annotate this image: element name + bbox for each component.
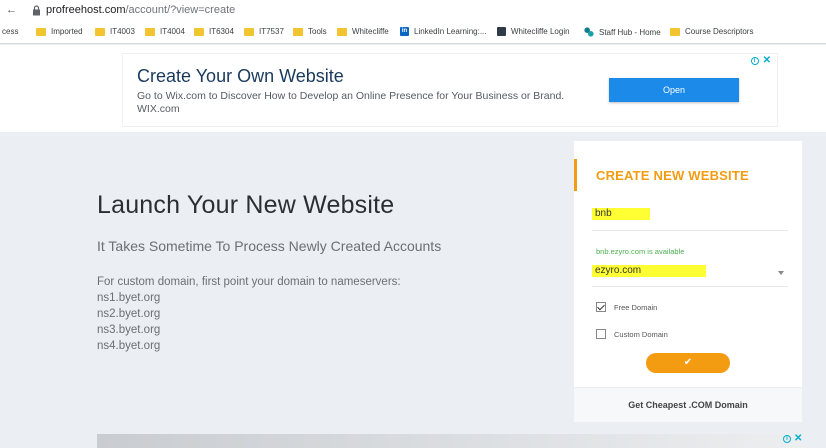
nameserver-item: ns1.byet.org	[97, 292, 161, 304]
main-content: Launch Your New Website It Takes Sometim…	[0, 132, 826, 448]
cheapest-domain-link[interactable]: Get Cheapest .COM Domain	[574, 400, 802, 410]
bookmark-item[interactable]: cess	[2, 27, 18, 36]
page-title: Launch Your New Website	[97, 191, 395, 219]
free-domain-label: Free Domain	[614, 302, 658, 312]
folder-icon	[95, 27, 105, 36]
staff-hub-icon	[584, 27, 594, 37]
ad-area: Create Your Own Website Go to Wix.com to…	[0, 45, 826, 132]
bookmark-item[interactable]: IT6304	[194, 27, 234, 36]
nameserver-item: ns3.byet.org	[97, 324, 161, 336]
ad-description: Go to Wix.com to Discover How to Develop…	[137, 90, 565, 115]
card-footer: Get Cheapest .COM Domain	[574, 387, 802, 422]
card-title: CREATE NEW WEBSITE	[596, 168, 749, 183]
bookmark-item[interactable]: Course Descriptors	[670, 27, 753, 36]
lock-icon	[33, 5, 40, 16]
bookmark-item[interactable]: IT4003	[95, 27, 135, 36]
bottom-ad-banner[interactable]	[97, 434, 803, 448]
ad-close-icon[interactable]: ✕	[763, 56, 771, 66]
availability-message: bnb.ezyro.com is available	[596, 247, 685, 256]
linkedin-icon: in	[400, 27, 409, 36]
ad-close-icon[interactable]: ✕	[794, 434, 802, 444]
checkmark-icon: ✔	[683, 357, 693, 368]
folder-icon	[194, 27, 204, 36]
create-website-card: CREATE NEW WEBSITE bnb bnb.ezyro.com is …	[574, 141, 802, 422]
ad-choices: i ✕	[750, 56, 771, 66]
subdomain-value: bnb	[595, 208, 612, 219]
ad-info-icon[interactable]: i	[750, 57, 759, 65]
bookmark-item[interactable]: in LinkedIn Learning:...	[400, 27, 487, 36]
bookmark-item[interactable]: IT4004	[145, 27, 185, 36]
domain-select[interactable]: ezyro.com	[592, 261, 788, 287]
bookmark-item[interactable]: IT7537	[244, 27, 284, 36]
domain-value: ezyro.com	[595, 265, 642, 276]
bookmark-item[interactable]: Staff Hub - Home	[584, 27, 661, 37]
back-arrow-icon[interactable]: ←	[6, 4, 17, 16]
free-domain-option[interactable]: Free Domain	[596, 302, 657, 312]
chevron-down-icon	[778, 271, 784, 275]
ad-title[interactable]: Create Your Own Website	[137, 66, 344, 87]
bookmark-item[interactable]: Whitecliffe	[337, 27, 389, 36]
submit-button[interactable]: ✔	[646, 353, 730, 373]
folder-icon	[670, 27, 680, 36]
card-accent-bar	[574, 159, 577, 191]
ad-info-icon[interactable]: i	[783, 435, 791, 443]
custom-domain-option[interactable]: Custom Domain	[596, 329, 668, 339]
custom-domain-checkbox[interactable]	[596, 329, 606, 339]
browser-address-bar[interactable]: ← profreehost.com/account/?view=create	[0, 0, 826, 22]
free-domain-checkbox[interactable]	[596, 302, 606, 312]
url-text[interactable]: profreehost.com/account/?view=create	[46, 4, 235, 16]
processing-note: It Takes Sometime To Process Newly Creat…	[97, 238, 442, 254]
folder-icon	[145, 27, 155, 36]
subdomain-input[interactable]: bnb	[592, 203, 788, 231]
bookmark-item[interactable]: Whitecliffe Login	[497, 27, 570, 36]
folder-icon	[244, 27, 254, 36]
folder-icon	[36, 27, 46, 36]
folder-icon	[293, 27, 303, 36]
bookmarks-bar: cess Imported IT4003 IT4004 IT6304 IT753…	[0, 22, 826, 44]
bookmark-item[interactable]: Tools	[293, 27, 327, 36]
instructions-text: For custom domain, first point your doma…	[97, 276, 401, 288]
nameserver-item: ns2.byet.org	[97, 308, 161, 320]
wix-ad[interactable]: Create Your Own Website Go to Wix.com to…	[122, 53, 778, 127]
whitecliffe-icon	[497, 27, 506, 36]
custom-domain-label: Custom Domain	[614, 329, 668, 339]
ad-open-button[interactable]: Open	[609, 78, 739, 102]
nameserver-item: ns4.byet.org	[97, 340, 161, 352]
bookmark-item[interactable]: Imported	[36, 27, 83, 36]
bottom-ad-choices: i ✕	[783, 434, 802, 444]
folder-icon	[337, 27, 347, 36]
nameserver-instructions: For custom domain, first point your doma…	[97, 274, 401, 354]
